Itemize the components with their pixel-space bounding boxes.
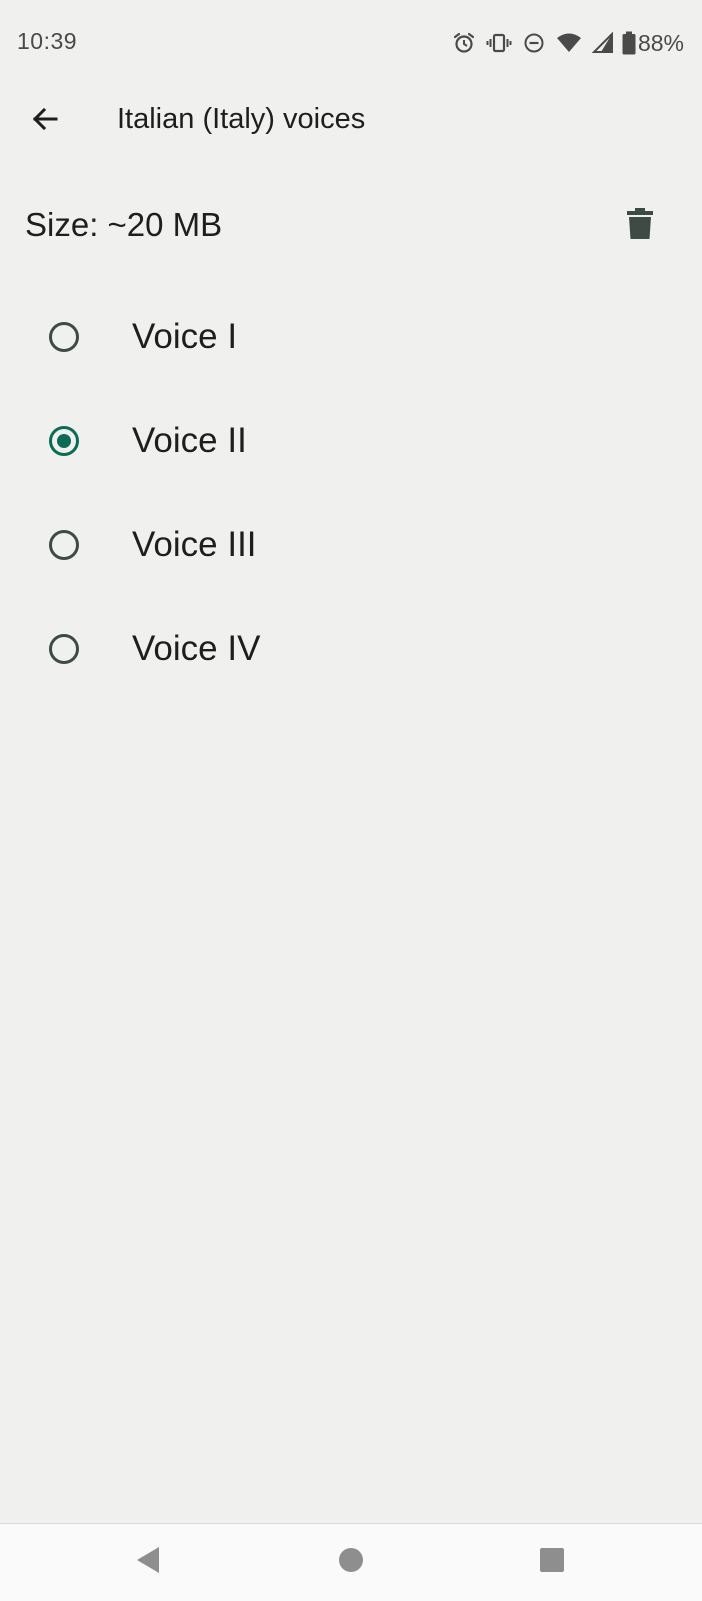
do-not-disturb-icon: [522, 31, 546, 55]
status-time: 10:39: [17, 28, 78, 54]
trash-icon: [626, 207, 654, 245]
app-bar: Italian (Italy) voices: [0, 86, 702, 156]
radio-button[interactable]: [49, 426, 79, 456]
nav-home-button[interactable]: [331, 1542, 371, 1582]
download-size: Size: ~20 MB: [25, 206, 223, 243]
delete-button[interactable]: [612, 198, 668, 254]
voice-option-1[interactable]: Voice I: [0, 286, 702, 390]
voice-label: Voice III: [132, 525, 257, 564]
voice-label: Voice II: [132, 421, 247, 460]
status-icons: 88%: [442, 26, 684, 60]
battery-percent: 88%: [637, 29, 684, 56]
radio-button[interactable]: [49, 634, 79, 664]
system-nav-bar: [0, 1523, 702, 1601]
nav-recents-button[interactable]: [532, 1542, 572, 1582]
battery-icon: [622, 31, 636, 55]
back-button[interactable]: [16, 92, 74, 150]
radio-button[interactable]: [49, 322, 79, 352]
nav-back-icon: [134, 1545, 162, 1580]
alarm-icon: [452, 31, 476, 55]
nav-back-button[interactable]: [128, 1542, 168, 1582]
arrow-back-icon: [29, 103, 61, 140]
voice-label: Voice I: [132, 317, 238, 356]
voice-option-3[interactable]: Voice III: [0, 494, 702, 598]
voice-option-2[interactable]: Voice II: [0, 390, 702, 494]
nav-home-icon: [338, 1547, 364, 1578]
voice-label: Voice IV: [132, 629, 261, 668]
size-row: Size: ~20 MB: [0, 190, 702, 262]
voice-option-4[interactable]: Voice IV: [0, 598, 702, 702]
nav-recents-icon: [539, 1547, 565, 1578]
vibrate-icon: [486, 31, 512, 55]
cell-signal-icon: [591, 32, 614, 54]
wifi-icon: [556, 31, 582, 55]
status-bar: 10:39 88%: [0, 0, 702, 86]
page-title: Italian (Italy) voices: [117, 103, 366, 135]
radio-button[interactable]: [49, 530, 79, 560]
voice-list: Voice I Voice II Voice III Voice IV: [0, 286, 702, 702]
